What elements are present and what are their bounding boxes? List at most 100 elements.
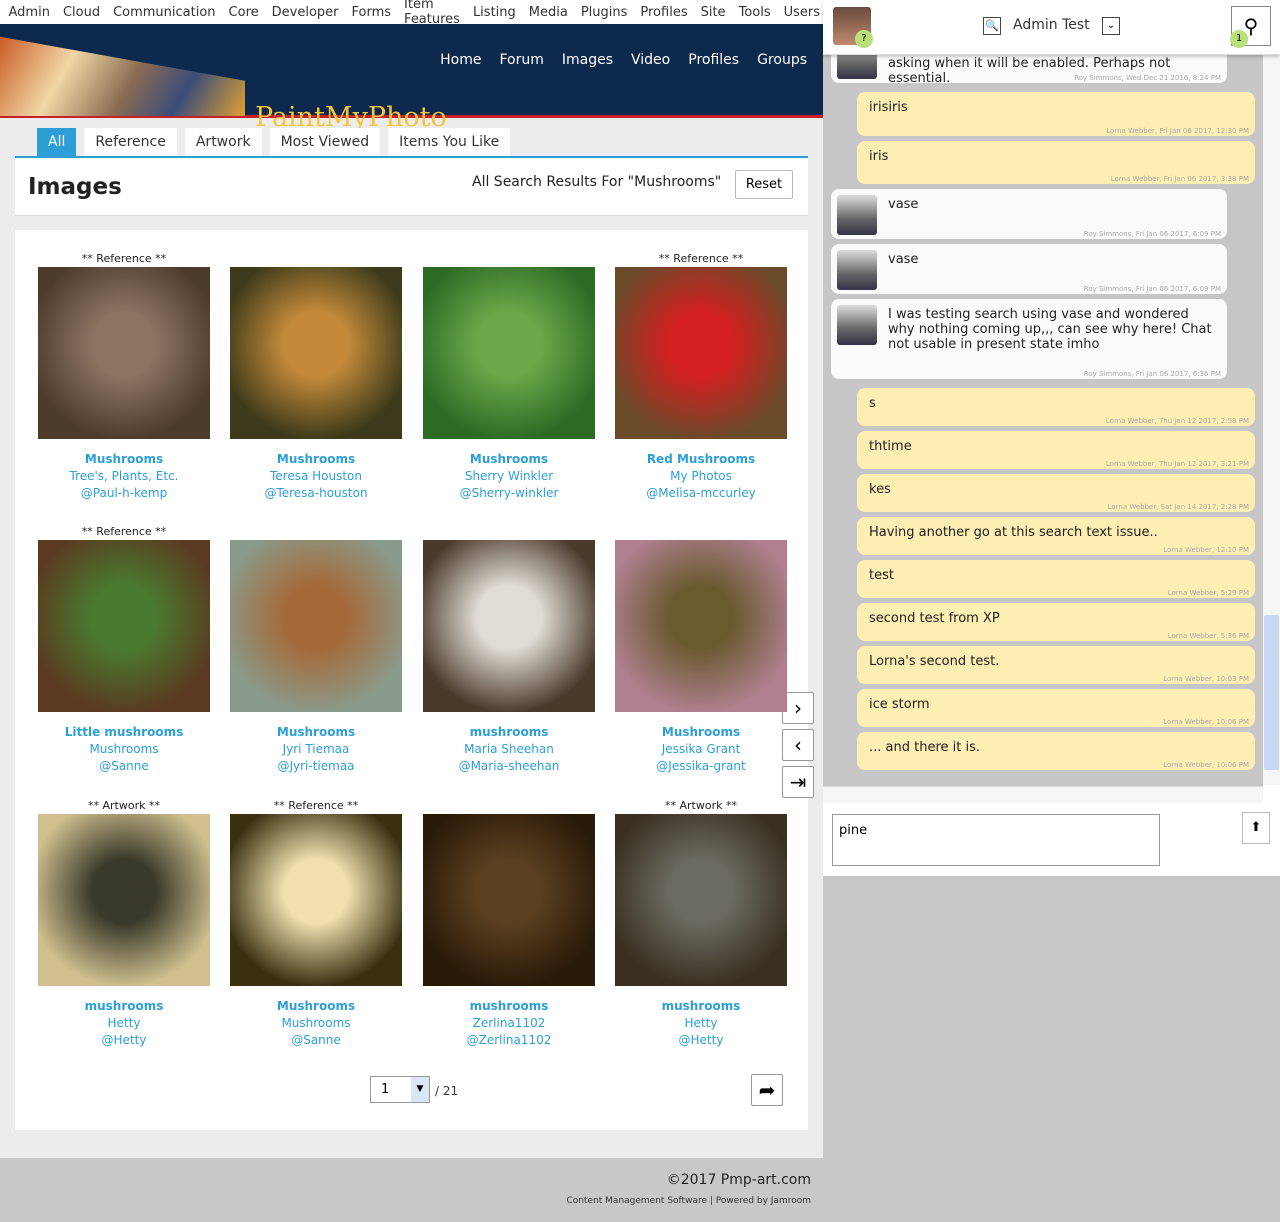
send-button[interactable]: ⬆	[1242, 812, 1270, 844]
image-title[interactable]: mushrooms	[423, 724, 595, 741]
image-card[interactable]: Mushrooms Sherry Winkler @Sherry-winkler	[423, 252, 595, 502]
image-card[interactable]: Mushrooms Jessika Grant @Jessika-grant	[615, 525, 787, 775]
nav-link[interactable]: Images	[562, 52, 613, 68]
image-subtitle[interactable]: Mushrooms	[38, 741, 210, 758]
nav-link[interactable]: Groups	[757, 52, 807, 68]
image-thumbnail[interactable]	[230, 540, 402, 712]
chat-scrollbar[interactable]	[1263, 55, 1280, 785]
image-thumbnail[interactable]	[423, 540, 595, 712]
image-thumbnail[interactable]	[423, 267, 595, 439]
image-user[interactable]: @Sanne	[230, 1032, 402, 1049]
tab-most-viewed[interactable]: Most Viewed	[269, 128, 381, 158]
chevron-down-icon[interactable]: ⌄	[1102, 17, 1120, 35]
image-title[interactable]: Little mushrooms	[38, 724, 210, 741]
image-card[interactable]: ** Artwork ** mushrooms Hetty @Hetty	[38, 799, 210, 1049]
admin-menu-item[interactable]: Cloud	[56, 5, 106, 20]
image-user[interactable]: @Hetty	[38, 1032, 210, 1049]
image-subtitle[interactable]: Mushrooms	[230, 1015, 402, 1032]
image-title[interactable]: mushrooms	[38, 998, 210, 1015]
notification-badge[interactable]: 1	[1230, 30, 1248, 48]
image-subtitle[interactable]: Zerlina1102	[423, 1015, 595, 1032]
nav-link[interactable]: Video	[631, 52, 670, 68]
admin-menu-item[interactable]: Site	[694, 5, 732, 20]
admin-menu-item[interactable]: Forms	[345, 5, 398, 20]
image-thumbnail[interactable]	[615, 540, 787, 712]
image-title[interactable]: mushrooms	[423, 998, 595, 1015]
image-thumbnail[interactable]	[230, 814, 402, 986]
image-title[interactable]: Mushrooms	[230, 998, 402, 1015]
image-card[interactable]: ** Reference ** Mushrooms Mushrooms @Sanne	[230, 799, 402, 1049]
image-user[interactable]: @Jessika-grant	[615, 758, 787, 775]
admin-menu-item[interactable]: Developer	[265, 5, 345, 20]
image-subtitle[interactable]: Jyri Tiemaa	[230, 741, 402, 758]
image-subtitle[interactable]: Hetty	[615, 1015, 787, 1032]
image-user[interactable]: @Melisa-mccurley	[615, 485, 787, 502]
nav-link[interactable]: Forum	[499, 52, 543, 68]
image-card[interactable]: ** Reference ** Little mushrooms Mushrooms…	[38, 525, 210, 775]
search-icon[interactable]: 🔍	[983, 17, 1001, 35]
image-user[interactable]: @Sherry-winkler	[423, 485, 595, 502]
image-thumbnail[interactable]	[38, 814, 210, 986]
image-subtitle[interactable]: My Photos	[615, 468, 787, 485]
image-thumbnail[interactable]	[615, 814, 787, 986]
admin-menu-item[interactable]: Users	[777, 5, 826, 20]
image-card[interactable]: mushrooms Maria Sheehan @Maria-sheehan	[423, 525, 595, 775]
chat-input[interactable]: pine	[832, 814, 1160, 866]
nav-link[interactable]: Profiles	[688, 52, 739, 68]
image-subtitle[interactable]: Jessika Grant	[615, 741, 787, 758]
image-user[interactable]: @Maria-sheehan	[423, 758, 595, 775]
image-user[interactable]: @Jyri-tiemaa	[230, 758, 402, 775]
image-card[interactable]: mushrooms Zerlina1102 @Zerlina1102	[423, 799, 595, 1049]
image-title[interactable]: Mushrooms	[38, 451, 210, 468]
admin-menu-item[interactable]: Plugins	[574, 5, 634, 20]
image-subtitle[interactable]: Hetty	[38, 1015, 210, 1032]
image-card[interactable]: ** Artwork ** mushrooms Hetty @Hetty	[615, 799, 787, 1049]
image-subtitle[interactable]: Tree's, Plants, Etc.	[38, 468, 210, 485]
image-title[interactable]: mushrooms	[615, 998, 787, 1015]
page-select[interactable]: 1 ▼	[370, 1076, 430, 1103]
reset-button[interactable]: Reset	[735, 170, 793, 199]
image-card[interactable]: ** Reference ** Mushrooms Tree's, Plants, …	[38, 252, 210, 502]
help-badge[interactable]: ?	[855, 30, 873, 48]
image-thumbnail[interactable]	[423, 814, 595, 986]
admin-menu-item[interactable]: Admin	[2, 5, 56, 20]
admin-menu-item[interactable]: Communication	[107, 5, 222, 20]
image-thumbnail[interactable]	[615, 267, 787, 439]
admin-menu-item[interactable]: Media	[522, 5, 574, 20]
image-user[interactable]: @Paul-h-kemp	[38, 485, 210, 502]
image-title[interactable]: Mushrooms	[615, 724, 787, 741]
image-user[interactable]: @Zerlina1102	[423, 1032, 595, 1049]
image-title[interactable]: Red Mushrooms	[615, 451, 787, 468]
image-thumbnail[interactable]	[230, 267, 402, 439]
image-user[interactable]: @Hetty	[615, 1032, 787, 1049]
admin-menu-item[interactable]: Listing	[466, 5, 522, 20]
image-subtitle[interactable]: Sherry Winkler	[423, 468, 595, 485]
tab-all[interactable]: All	[37, 128, 77, 158]
admin-menu-item[interactable]: Core	[222, 5, 265, 20]
tab-reference[interactable]: Reference	[84, 128, 177, 158]
image-title[interactable]: Mushrooms	[230, 724, 402, 741]
nav-link[interactable]: Home	[440, 52, 481, 68]
chat-horizontal-scrollbar[interactable]	[823, 786, 1263, 803]
image-card[interactable]: ** Reference ** Red Mushrooms My Photos @Me…	[615, 252, 787, 502]
image-subtitle[interactable]: Teresa Houston	[230, 468, 402, 485]
tab-items-you-like[interactable]: Items You Like	[388, 128, 511, 158]
footer-credits[interactable]: Content Management Software | Powered by…	[567, 1196, 811, 1206]
scrollbar-thumb[interactable]	[1264, 615, 1279, 770]
image-thumbnail[interactable]	[38, 267, 210, 439]
image-tag: ** Artwork **	[665, 799, 737, 812]
image-card[interactable]: Mushrooms Jyri Tiemaa @Jyri-tiemaa	[230, 525, 402, 775]
admin-menu-item[interactable]: Item Features	[398, 0, 467, 27]
tab-artwork[interactable]: Artwork	[184, 128, 262, 158]
image-subtitle[interactable]: Maria Sheehan	[423, 741, 595, 758]
share-icon[interactable]: ➦	[751, 1074, 783, 1106]
image-title[interactable]: Mushrooms	[423, 451, 595, 468]
image-card[interactable]: Mushrooms Teresa Houston @Teresa-houston	[230, 252, 402, 502]
image-user[interactable]: @Teresa-houston	[230, 485, 402, 502]
image-user[interactable]: @Sanne	[38, 758, 210, 775]
image-thumbnail[interactable]	[38, 540, 210, 712]
admin-menu-item[interactable]: Profiles	[634, 5, 694, 20]
chat-messages[interactable]: chat. Maybe hold off, no one has come ba…	[823, 55, 1263, 790]
admin-menu-item[interactable]: Tools	[732, 5, 777, 20]
image-title[interactable]: Mushrooms	[230, 451, 402, 468]
